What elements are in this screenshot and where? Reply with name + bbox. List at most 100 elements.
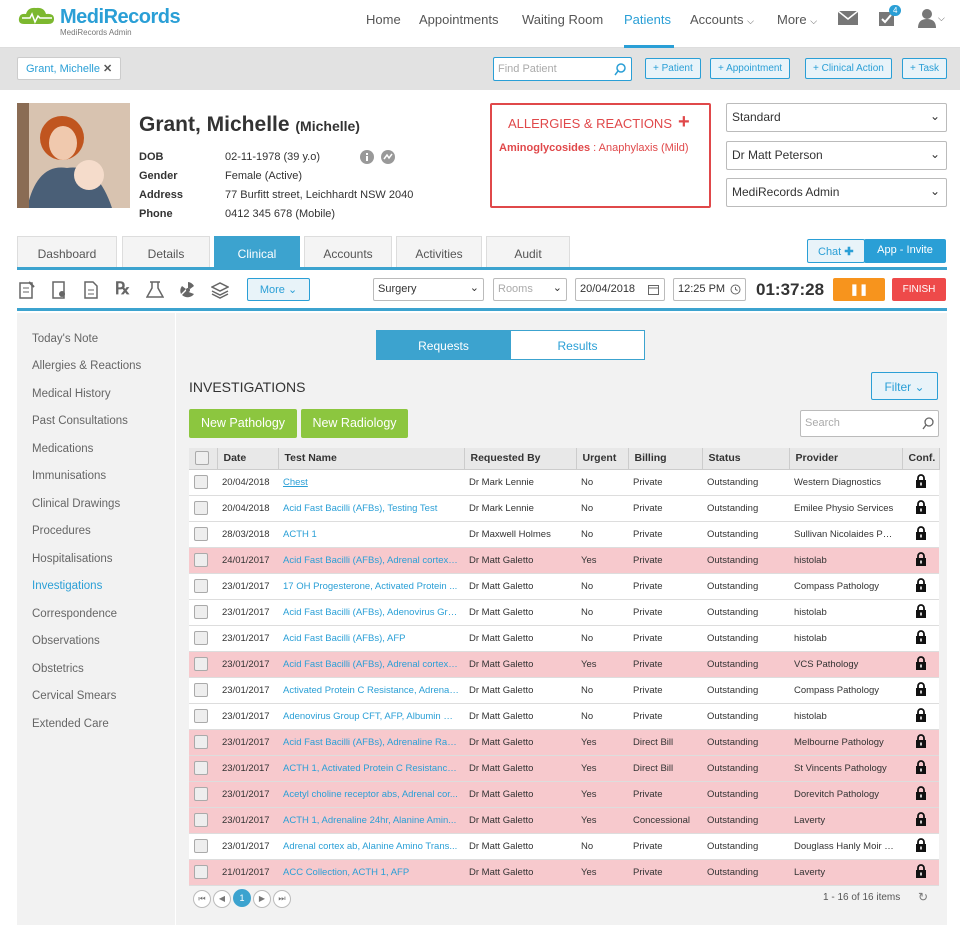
close-icon[interactable]: ✕ [103,63,112,75]
medicare-icon[interactable] [381,150,395,164]
results-tab[interactable]: Results [510,330,645,360]
finish-button[interactable]: FINISH [892,278,946,301]
nav-appointments[interactable]: Appointments [419,12,499,27]
lock-icon[interactable] [915,577,927,592]
requests-tab[interactable]: Requests [376,330,511,360]
tab-clinical[interactable]: Clinical [214,236,300,267]
test-name-link[interactable]: Acetyl choline receptor abs, Adrenal cor… [278,781,464,808]
row-checkbox[interactable] [194,553,208,567]
table-row[interactable]: 20/04/2018 Acid Fast Bacilli (AFBs), Test… [189,495,939,522]
row-checkbox[interactable] [194,683,208,697]
lock-icon[interactable] [915,629,927,644]
column-header[interactable]: Status [702,448,790,470]
sidebar-item-today-s-note[interactable]: Today's Note [32,333,98,345]
lock-icon[interactable] [915,707,927,722]
filter-button[interactable]: Filter ⌄ [871,372,938,400]
row-checkbox[interactable] [194,579,208,593]
practitioner-type-select[interactable]: Standard ⌄ [726,103,947,132]
test-name-link[interactable]: Acid Fast Bacilli (AFBs), Adrenal cortex… [278,651,464,678]
table-row[interactable]: 20/04/2018 Chest Dr Mark Lennie No Private Ou… [189,469,939,496]
sidebar-item-cervical-smears[interactable]: Cervical Smears [32,690,116,702]
row-checkbox[interactable] [194,501,208,515]
table-row[interactable]: 23/01/2017 Adenovirus Group CFT, AFP, Alb… [189,703,939,730]
test-name-link[interactable]: Acid Fast Bacilli (AFBs), Adenovirus Gro… [278,599,464,626]
column-header[interactable]: Conf. [902,448,940,470]
lock-icon[interactable] [915,473,927,488]
row-checkbox[interactable] [194,709,208,723]
refresh-icon[interactable]: ↻ [918,890,928,904]
lock-icon[interactable] [915,733,927,748]
table-row[interactable]: 23/01/2017 Acid Fast Bacilli (AFBs), Adre… [189,729,939,756]
clock-icon[interactable] [730,284,741,295]
prev-page-icon[interactable]: ◀ [213,890,231,908]
document-icon[interactable] [83,281,99,299]
tab-audit[interactable]: Audit [486,236,570,267]
location-select[interactable]: Surgery ⌄ [373,278,484,301]
app-invite-button[interactable]: App - Invite [864,239,946,263]
row-checkbox[interactable] [194,813,208,827]
row-checkbox[interactable] [194,839,208,853]
lock-icon[interactable] [915,837,927,852]
test-name-link[interactable]: Acid Fast Bacilli (AFBs), Adrenaline Ran… [278,729,464,756]
sidebar-item-medications[interactable]: Medications [32,443,93,455]
test-name-link[interactable]: ACC Collection, ACTH 1, AFP [278,859,464,886]
patient-pill[interactable]: Grant, Michelle ✕ [17,57,122,80]
new-radiology-button[interactable]: New Radiology [301,409,408,438]
allergy-entry[interactable]: Aminoglycosides : Anaphylaxis (Mild) [499,142,689,154]
info-icon[interactable] [360,150,374,164]
sidebar-item-investigations[interactable]: Investigations [32,580,102,592]
row-checkbox[interactable] [194,605,208,619]
test-name-link[interactable]: ACTH 1 [278,521,464,548]
add-patient-button[interactable]: + Patient [645,58,701,79]
row-checkbox[interactable] [194,657,208,671]
add-allergy-icon[interactable]: + [678,111,690,134]
column-header[interactable]: Urgent [576,448,629,470]
column-header[interactable]: Billing [628,448,703,470]
lock-icon[interactable] [915,785,927,800]
table-row[interactable]: 23/01/2017 Acid Fast Bacilli (AFBs), AFP D… [189,625,939,652]
user-avatar-icon[interactable] [918,8,936,28]
test-name-link[interactable]: Acid Fast Bacilli (AFBs), Testing Test [278,495,464,522]
table-row[interactable]: 21/01/2017 ACC Collection, ACTH 1, AFP Dr … [189,859,939,886]
search-input[interactable]: Search [800,410,939,437]
lock-icon[interactable] [915,811,927,826]
tab-accounts[interactable]: Accounts [304,236,392,267]
notes-icon[interactable] [19,281,35,299]
table-row[interactable]: 24/01/2017 Acid Fast Bacilli (AFBs), Adre… [189,547,939,574]
add-task-button[interactable]: + Task [902,58,947,79]
table-row[interactable]: 28/03/2018 ACTH 1 Dr Maxwell Holmes No Priva… [189,521,939,548]
test-name-link[interactable]: Acid Fast Bacilli (AFBs), AFP [278,625,464,652]
row-checkbox[interactable] [194,527,208,541]
table-row[interactable]: 23/01/2017 17 OH Progesterone, Activated … [189,573,939,600]
sidebar-item-clinical-drawings[interactable]: Clinical Drawings [32,498,120,510]
nav-waiting-room[interactable]: Waiting Room [522,12,603,27]
chat-button[interactable]: Chat ✚ [807,239,865,263]
table-row[interactable]: 23/01/2017 Acetyl choline receptor abs, A… [189,781,939,808]
table-row[interactable]: 23/01/2017 Adrenal cortex ab, Alanine Ami… [189,833,939,860]
test-name-link[interactable]: ACTH 1, Adrenaline 24hr, Alanine Amin... [278,807,464,834]
tab-dashboard[interactable]: Dashboard [17,236,117,267]
sidebar-item-correspondence[interactable]: Correspondence [32,608,117,620]
lock-icon[interactable] [915,551,927,566]
next-page-icon[interactable]: ▶ [253,890,271,908]
nav-more[interactable]: More ⌵ [777,12,817,27]
sidebar-item-medical-history[interactable]: Medical History [32,388,111,400]
tab-details[interactable]: Details [122,236,210,267]
last-page-icon[interactable]: ⏭ [273,890,291,908]
test-name-link[interactable]: ACTH 1, Activated Protein C Resistance, … [278,755,464,782]
column-header[interactable]: Requested By [464,448,577,470]
table-row[interactable]: 23/01/2017 ACTH 1, Activated Protein C Re… [189,755,939,782]
more-tools-button[interactable]: More ⌄ [247,278,310,301]
row-checkbox[interactable] [194,631,208,645]
table-row[interactable]: 23/01/2017 Acid Fast Bacilli (AFBs), Adre… [189,651,939,678]
test-name-link[interactable]: 17 OH Progesterone, Activated Protein ..… [278,573,464,600]
column-header[interactable]: Test Name [278,448,465,470]
sidebar-item-past-consultations[interactable]: Past Consultations [32,415,128,427]
mail-icon[interactable] [838,11,858,25]
radiology-icon[interactable] [179,281,197,299]
layers-icon[interactable] [211,281,229,299]
test-name-link[interactable]: Adrenal cortex ab, Alanine Amino Trans..… [278,833,464,860]
table-row[interactable]: 23/01/2017 Activated Protein C Resistance… [189,677,939,704]
calendar-icon[interactable] [648,284,659,295]
time-field[interactable]: 12:25 PM [673,278,746,301]
